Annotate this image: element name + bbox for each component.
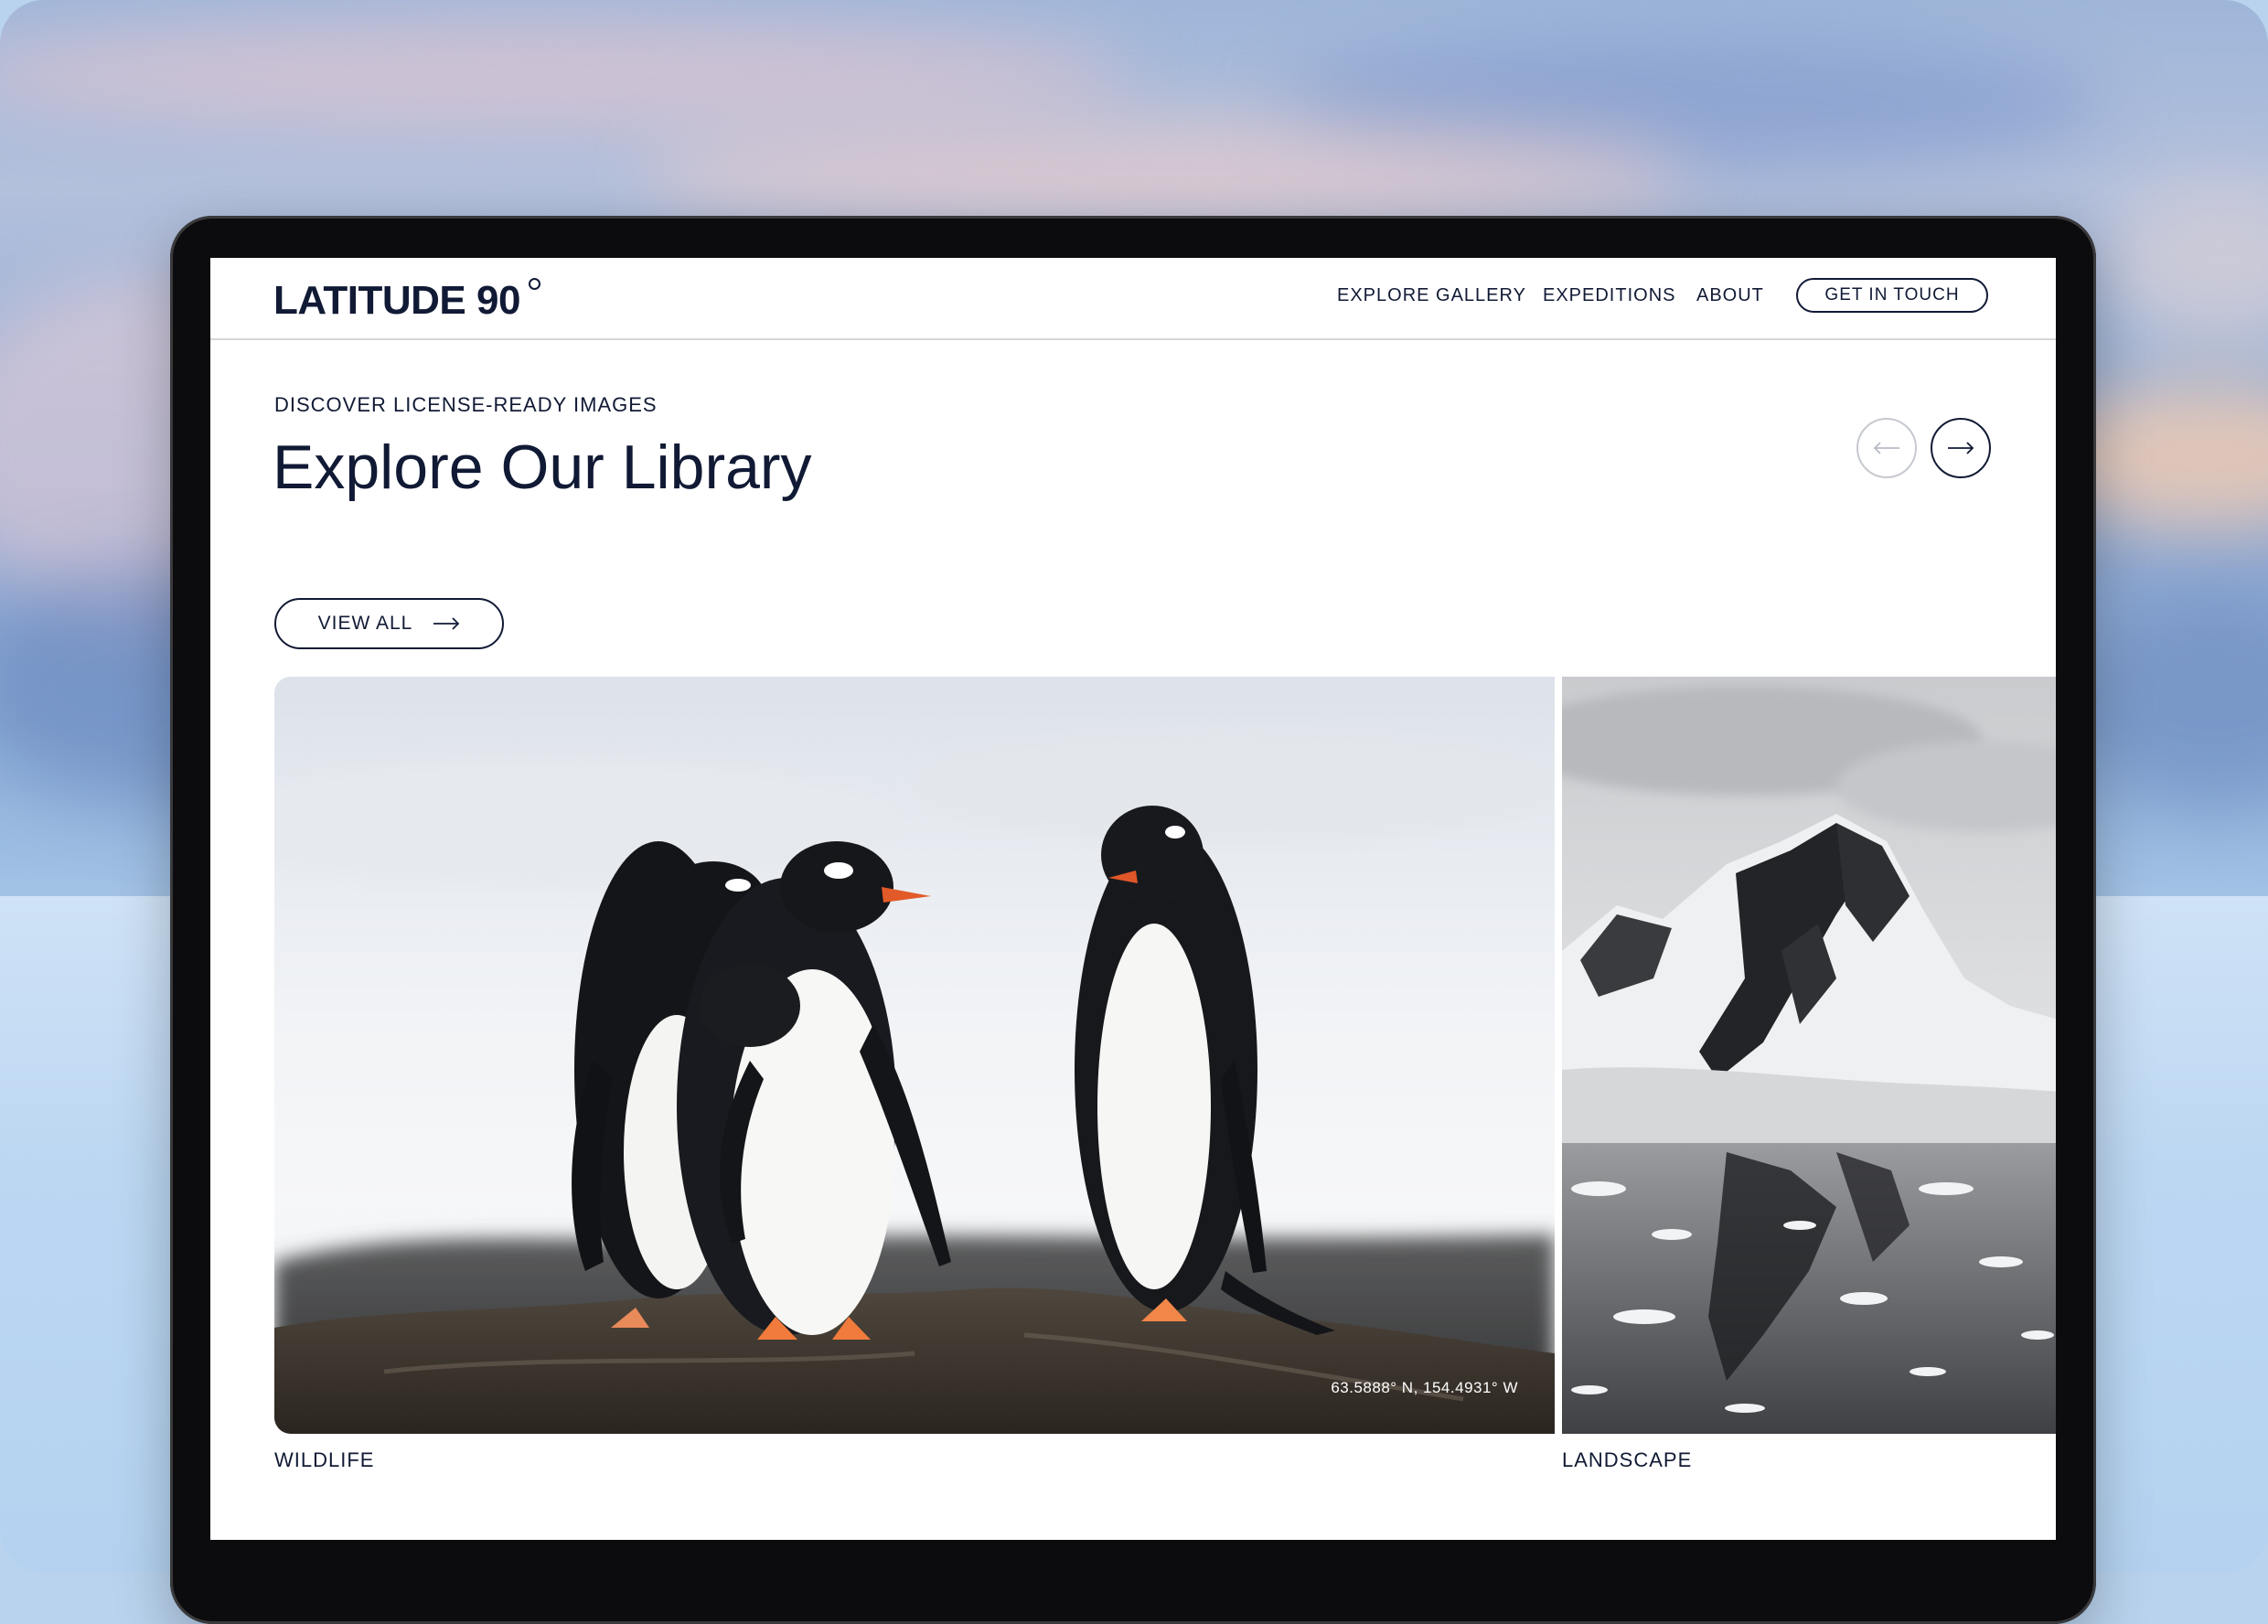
nav-expeditions[interactable]: EXPEDITIONS — [1543, 285, 1675, 306]
logo-degree-mark — [529, 278, 540, 290]
photo-coordinates: 63.5888° N, 154.4931° W — [1331, 1379, 1518, 1396]
website-screen: LATITUDE 90 EXPLORE GALLERY EXPEDITIONS … — [210, 258, 2056, 1540]
view-all-label: VIEW ALL — [317, 613, 413, 634]
section-eyebrow: DISCOVER LICENSE-READY IMAGES — [274, 393, 658, 416]
carousel-prev-button[interactable] — [1856, 418, 1917, 478]
arrow-right-icon — [1948, 442, 1974, 454]
site-header: LATITUDE 90 EXPLORE GALLERY EXPEDITIONS … — [210, 258, 2056, 340]
arrow-left-icon — [1873, 442, 1899, 454]
view-all-button[interactable]: VIEW ALL — [274, 598, 504, 649]
arrow-right-icon — [433, 617, 460, 630]
gallery-card-landscape[interactable] — [1562, 677, 2056, 1434]
logo[interactable]: LATITUDE 90 — [273, 278, 520, 324]
page-title: Explore Our Library — [273, 433, 812, 502]
gallery-caption-landscape[interactable]: LANDSCAPE — [1562, 1448, 1692, 1472]
carousel-next-button[interactable] — [1931, 418, 1991, 478]
nav-explore-gallery[interactable]: EXPLORE GALLERY — [1337, 285, 1526, 306]
get-in-touch-button[interactable]: GET IN TOUCH — [1796, 278, 1988, 313]
gallery-card-wildlife[interactable]: 63.5888° N, 154.4931° W — [274, 677, 1555, 1434]
gallery-caption-wildlife[interactable]: WILDLIFE — [274, 1448, 374, 1472]
landscape-photo — [1562, 677, 2056, 1434]
nav-about[interactable]: ABOUT — [1696, 285, 1764, 306]
wildlife-photo — [274, 677, 1555, 1434]
